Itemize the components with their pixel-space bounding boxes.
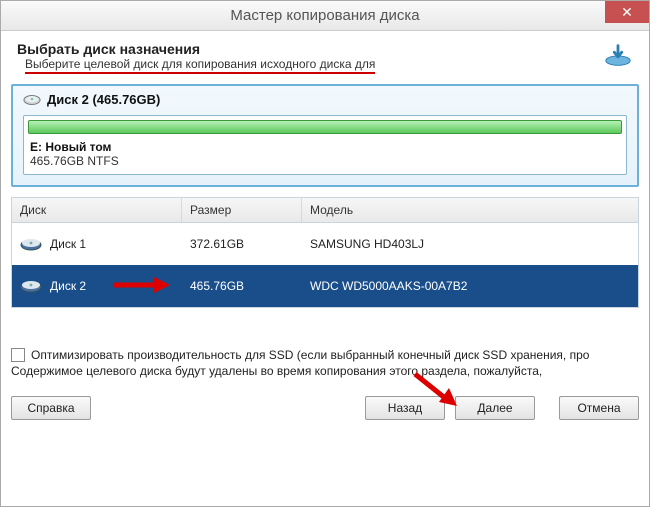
col-header-size[interactable]: Размер bbox=[182, 198, 302, 222]
close-button[interactable]: ✕ bbox=[605, 1, 649, 23]
cell-size: 372.61GB bbox=[182, 237, 302, 251]
next-button[interactable]: Далее bbox=[455, 396, 535, 420]
volume-details: 465.76GB NTFS bbox=[30, 154, 620, 168]
target-disk-title: Диск 2 (465.76GB) bbox=[47, 92, 160, 107]
hard-disk-icon bbox=[20, 236, 42, 252]
target-disk-panel: Диск 2 (465.76GB) E: Новый том 465.76GB … bbox=[11, 84, 639, 187]
titlebar: Мастер копирования диска ✕ bbox=[1, 1, 649, 31]
download-disk-icon bbox=[603, 43, 633, 67]
close-icon: ✕ bbox=[621, 4, 633, 20]
volume-box: E: Новый том 465.76GB NTFS bbox=[23, 115, 627, 175]
ssd-optimize-checkbox[interactable] bbox=[11, 348, 25, 362]
volume-usage-bar bbox=[28, 120, 622, 134]
header-subtitle: Выберите целевой диск для копирования ис… bbox=[25, 57, 375, 74]
hard-disk-icon bbox=[20, 278, 42, 294]
cell-disk: Диск 2 bbox=[50, 279, 86, 293]
col-header-model[interactable]: Модель bbox=[302, 198, 638, 222]
ssd-warning-note: Содержимое целевого диска будут удалены … bbox=[11, 364, 639, 378]
header-title: Выбрать диск назначения bbox=[17, 41, 635, 57]
hard-disk-icon bbox=[23, 93, 41, 107]
window-title: Мастер копирования диска bbox=[230, 7, 419, 24]
help-button[interactable]: Справка bbox=[11, 396, 91, 420]
volume-name: E: Новый том bbox=[30, 140, 620, 154]
cell-model: WDC WD5000AAKS-00A7B2 bbox=[302, 279, 638, 293]
disk-table: Диск Размер Модель Диск 1 372.61GB SAMSU… bbox=[11, 197, 639, 308]
cell-disk: Диск 1 bbox=[50, 237, 86, 251]
cell-model: SAMSUNG HD403LJ bbox=[302, 237, 638, 251]
wizard-header: Выбрать диск назначения Выберите целевой… bbox=[11, 39, 639, 82]
table-row[interactable]: Диск 1 372.61GB SAMSUNG HD403LJ bbox=[12, 223, 638, 265]
ssd-optimize-label: Оптимизировать производительность для SS… bbox=[31, 348, 589, 362]
back-button[interactable]: Назад bbox=[365, 396, 445, 420]
col-header-disk[interactable]: Диск bbox=[12, 198, 182, 222]
cancel-button[interactable]: Отмена bbox=[559, 396, 639, 420]
table-header: Диск Размер Модель bbox=[12, 198, 638, 223]
table-row[interactable]: Диск 2 465.76GB WDC WD5000AAKS-00A7B2 bbox=[12, 265, 638, 307]
cell-size: 465.76GB bbox=[182, 279, 302, 293]
